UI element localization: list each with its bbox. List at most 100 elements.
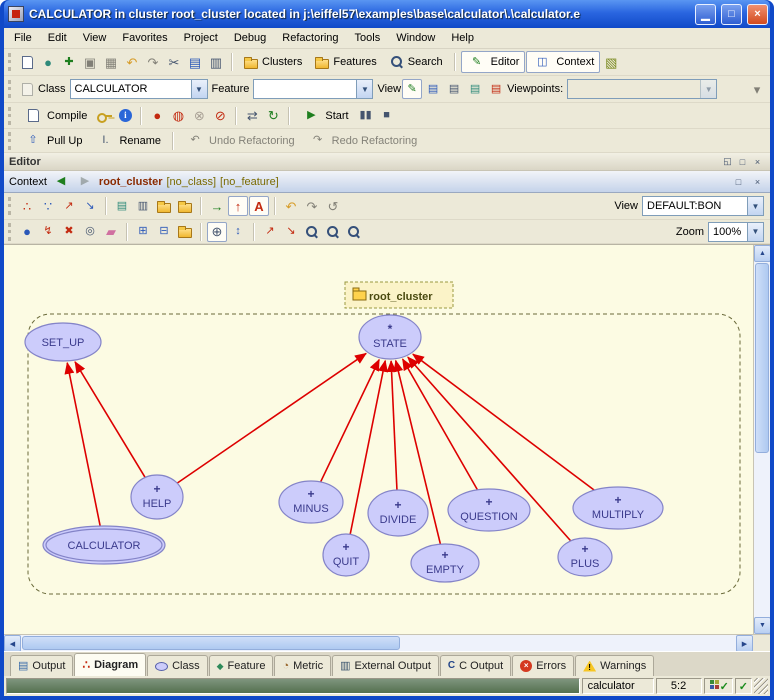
context-forward-icon[interactable]: ▶ [75, 172, 95, 192]
horizontal-scrollbar[interactable]: ◀ ▶ [4, 634, 770, 651]
menu-file[interactable]: File [6, 29, 40, 47]
clusters-button[interactable]: Clusters [238, 51, 308, 73]
copy-icon[interactable]: ▤ [185, 52, 205, 72]
diagram-canvas[interactable]: root_clusterSET_UP*STATE+HELPCALCULATOR+… [4, 245, 753, 634]
compile-button[interactable]: Compile [17, 105, 93, 127]
anchor-icon[interactable]: ◎ [80, 222, 100, 242]
inheritance-edge-question-state[interactable] [403, 359, 478, 490]
toolbar-grip[interactable] [8, 80, 12, 98]
class-node-multiply[interactable]: +MULTIPLY [573, 487, 663, 529]
force-layout-icon[interactable]: ↯ [38, 222, 58, 242]
menu-project[interactable]: Project [176, 29, 226, 47]
zoom-value[interactable]: 100% [709, 223, 747, 241]
horizontal-scroll-track[interactable] [21, 635, 736, 651]
fit-to-screen-icon[interactable]: ⊞ [133, 222, 153, 242]
close-button[interactable]: × [747, 4, 768, 25]
inheritance-edge-calculator-set_up[interactable] [67, 363, 101, 529]
center-on-target-icon[interactable]: ⊕ [207, 222, 227, 242]
class-combobox-value[interactable]: CALCULATOR [71, 80, 191, 98]
save-icon[interactable]: ▣ [80, 52, 100, 72]
inheritance-edge-multiply-state[interactable] [413, 354, 594, 490]
inheritance-links-icon[interactable]: ↗ [59, 196, 79, 216]
diagram-tool-icon[interactable]: ▧ [601, 52, 621, 72]
class-node-question[interactable]: +QUESTION [448, 489, 530, 531]
vertical-scroll-track[interactable] [754, 262, 770, 617]
menu-help[interactable]: Help [443, 29, 482, 47]
finalize-key-icon[interactable] [94, 106, 114, 126]
client-links-icon[interactable]: ↘ [80, 196, 100, 216]
class-node-set_up[interactable]: SET_UP [25, 323, 101, 361]
tab-class[interactable]: Class [147, 655, 208, 676]
view-interface-icon[interactable]: ▤ [486, 79, 506, 99]
diagram-view-combobox[interactable]: DEFAULT:BON ▼ [642, 196, 764, 216]
menu-debug[interactable]: Debug [226, 29, 274, 47]
panel-float-icon[interactable]: ◱ [720, 155, 735, 169]
viewpoints-combobox[interactable]: ▼ [567, 79, 717, 99]
new-document-icon[interactable] [17, 52, 37, 72]
inheritance-mode-icon[interactable]: ↑ [228, 196, 248, 216]
view-contract-icon[interactable]: ▤ [465, 79, 485, 99]
context-back-icon[interactable]: ◀ [51, 172, 71, 192]
zoom-fit-icon[interactable] [323, 222, 343, 242]
menu-refactoring[interactable]: Refactoring [274, 29, 346, 47]
scroll-down-button[interactable]: ▼ [754, 617, 770, 634]
root-cluster-label[interactable]: root_cluster [345, 282, 453, 308]
view-flat-icon[interactable]: ▤ [423, 79, 443, 99]
add-class-icon[interactable]: ✚ [59, 52, 79, 72]
scroll-up-button[interactable]: ▲ [754, 245, 770, 262]
scroll-right-button[interactable]: ▶ [736, 635, 753, 652]
relayout-icon[interactable]: ⊟ [154, 222, 174, 242]
supplier-link-icon[interactable]: ↗ [260, 222, 280, 242]
toolbar-grip[interactable] [8, 197, 12, 215]
diagram-history-icon[interactable]: ↺ [323, 196, 343, 216]
text-label-tool-icon[interactable]: A [249, 196, 269, 216]
minimize-button[interactable]: ▁ [695, 4, 716, 25]
toolbar-grip[interactable] [8, 223, 12, 241]
context-maximize-icon[interactable]: □ [731, 175, 746, 189]
diagram-view-value[interactable]: DEFAULT:BON [643, 197, 747, 215]
context-button[interactable]: ◫ Context [526, 51, 600, 73]
resize-grip[interactable] [754, 678, 768, 694]
class-node-calculator[interactable]: CALCULATOR [43, 526, 165, 564]
features-button[interactable]: Features [309, 51, 382, 73]
c-compile-finalized-icon[interactable]: ◍ [168, 106, 188, 126]
tab-feature[interactable]: ◆Feature [209, 655, 274, 676]
redo-icon[interactable]: ↷ [143, 52, 163, 72]
inheritance-edge-help-set_up[interactable] [75, 362, 145, 478]
menu-window[interactable]: Window [388, 29, 443, 47]
menu-tools[interactable]: Tools [347, 29, 389, 47]
diagram-undo-icon[interactable]: ↶ [281, 196, 301, 216]
new-cluster-icon[interactable] [154, 196, 174, 216]
zoom-out-icon[interactable] [344, 222, 364, 242]
undo-refactoring-button[interactable]: ↶ Undo Refactoring [179, 130, 301, 152]
cut-icon[interactable]: ✂ [164, 52, 184, 72]
pull-up-button[interactable]: ⇧ Pull Up [17, 130, 88, 152]
tab-coutput[interactable]: CC Output [440, 655, 511, 676]
snapshot-icon[interactable]: ▤ [112, 196, 132, 216]
context-cluster[interactable]: root_cluster [99, 176, 163, 188]
editor-button[interactable]: ✎ Editor [461, 51, 526, 73]
pause-icon[interactable]: ▮▮ [356, 106, 376, 126]
feature-combobox-arrow[interactable]: ▼ [356, 80, 372, 98]
diagram-view-arrow[interactable]: ▼ [747, 197, 763, 215]
diagram-redo-icon[interactable]: ↷ [302, 196, 322, 216]
menu-view[interactable]: View [75, 29, 115, 47]
class-combobox-arrow[interactable]: ▼ [191, 80, 207, 98]
bon-view-icon[interactable]: ● [17, 222, 37, 242]
put-in-cluster-icon[interactable] [175, 196, 195, 216]
zoom-in-icon[interactable] [302, 222, 322, 242]
class-combobox[interactable]: CALCULATOR ▼ [70, 79, 208, 99]
feature-combobox[interactable]: ▼ [253, 79, 373, 99]
sort-depth-icon[interactable]: ↕ [228, 222, 248, 242]
cluster-links-icon[interactable]: ∵ [38, 196, 58, 216]
diagram-area[interactable]: root_clusterSET_UP*STATE+HELPCALCULATOR+… [4, 245, 753, 634]
class-tool-icon[interactable] [17, 79, 37, 99]
stop-icon[interactable]: ■ [377, 106, 397, 126]
toolbar-overflow-icon[interactable]: ▾ [747, 79, 767, 99]
vertical-scrollbar[interactable]: ▲ ▼ [753, 245, 770, 634]
horizontal-scroll-thumb[interactable] [22, 636, 400, 650]
synchronize-icon[interactable]: ⇄ [242, 106, 262, 126]
class-links-icon[interactable]: ∴ [17, 196, 37, 216]
view-editor-icon[interactable]: ✎ [402, 79, 422, 99]
feature-combobox-value[interactable] [254, 80, 356, 98]
